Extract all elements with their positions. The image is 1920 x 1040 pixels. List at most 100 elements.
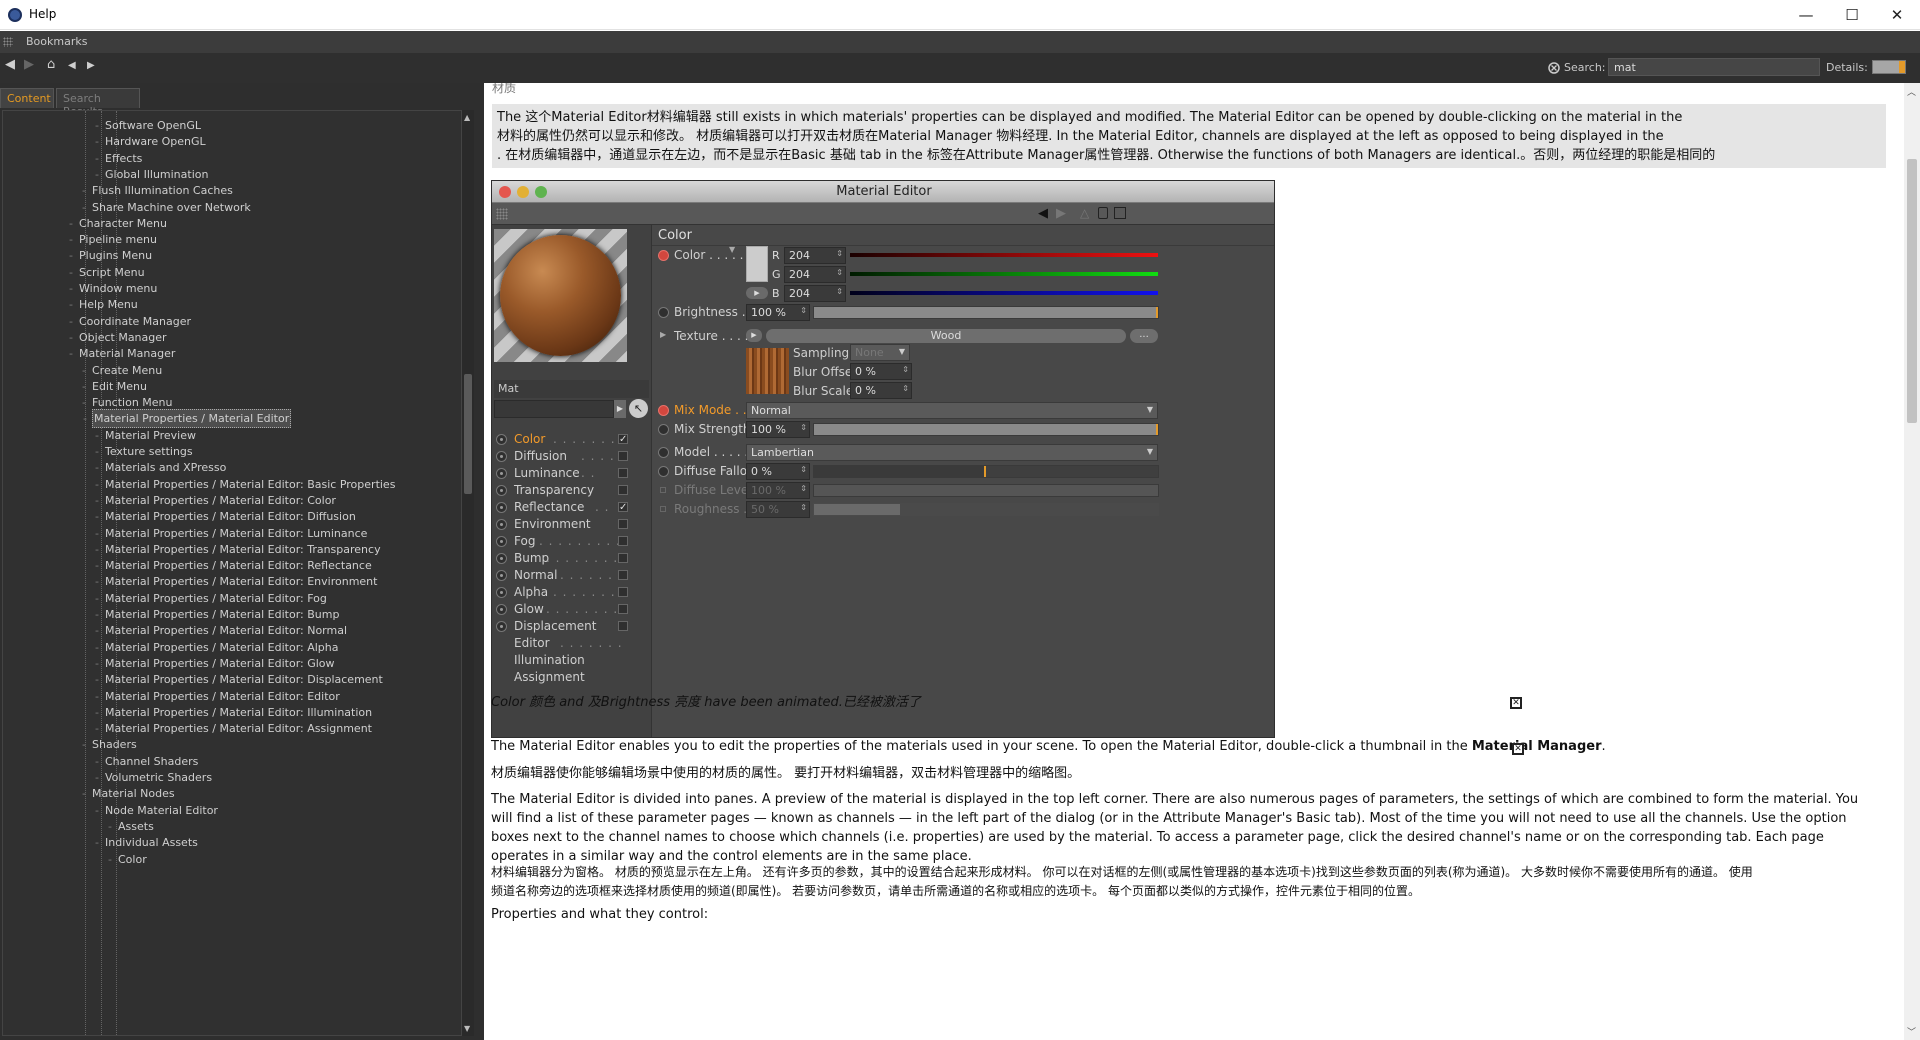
channel-radio-icon <box>496 553 507 564</box>
tree-node-label: Shaders <box>92 738 137 752</box>
channel-checkbox <box>618 553 628 563</box>
channel-radio-icon <box>496 536 507 547</box>
tree-node-label: Material Manager <box>79 347 176 361</box>
disabled-icon <box>660 487 666 493</box>
channel-radio-icon <box>496 519 507 530</box>
tab-content[interactable]: Content <box>0 88 54 108</box>
keyframe-icon <box>658 307 669 318</box>
close-button[interactable]: ✕ <box>1874 0 1920 30</box>
channel-label: Bump <box>514 551 550 565</box>
prev-page-icon[interactable]: ◀ <box>68 60 76 71</box>
scroll-down-icon[interactable]: ﹀ <box>1907 1025 1916 1038</box>
material-sphere <box>500 235 621 356</box>
next-page-icon[interactable]: ▶ <box>87 60 95 71</box>
channel-checkbox <box>618 468 628 478</box>
chevron-down-icon: ▼ <box>729 245 736 254</box>
channel-dots: . . . . . . . <box>553 432 616 446</box>
channel-item: Reflectance . . ✓ <box>494 499 644 516</box>
intro-end: . <box>1601 739 1606 754</box>
tree-node-label: Node Material Editor <box>105 803 218 817</box>
app-icon <box>8 8 22 22</box>
tree-node-label: Script Menu <box>79 265 145 279</box>
channel-label: Fog <box>514 534 536 548</box>
tree-node-label: Help Menu <box>79 298 138 312</box>
channel-dots: . . <box>595 500 610 514</box>
texture-thumbnail <box>746 348 789 394</box>
channel-item: Illumination <box>494 652 644 669</box>
details-slider[interactable] <box>1872 60 1906 74</box>
scroll-up-icon[interactable]: ︿ <box>1907 85 1916 98</box>
home-icon[interactable]: ⌂ <box>47 57 55 72</box>
pointer-icon: ↖ <box>629 399 648 418</box>
tree-node-label: Individual Assets <box>105 836 198 850</box>
channel-item: Editor . . . . . . . <box>494 635 644 652</box>
scroll-up-icon[interactable]: ▲ <box>464 113 470 122</box>
close-box-icon[interactable]: ✕ <box>1510 697 1522 709</box>
model-dropdown: Lambertian <box>746 444 1158 461</box>
minimize-button[interactable]: — <box>1783 0 1829 30</box>
search-input[interactable] <box>1608 58 1820 76</box>
cutoff-text: 材质 <box>492 83 517 95</box>
paragraph-panes-cn: 材料编辑器分为窗格。 材质的预览显示在左上角。 还有许多页的参数，其中的设置结合… <box>491 863 1753 901</box>
channel-radio-icon <box>496 485 507 496</box>
material-editor-figure: Material Editor ◀ ▶ △ Mat ▶ ↖ Color . . .… <box>491 180 1275 738</box>
material-name: Mat <box>494 380 649 398</box>
channel-checkbox: ✓ <box>618 434 628 445</box>
tree-connector: - <box>95 836 99 850</box>
intro-text: The Material Editor enables you to edit … <box>491 739 1472 754</box>
text-line: 频道名称旁边的选项框来选择材质使用的频道(即属性)。 若要访问参数页，请单击所需… <box>491 884 1420 898</box>
channel-item: Normal. . . . . . <box>494 567 644 584</box>
channel-dots: . . . . . . . . <box>546 551 619 565</box>
channel-checkbox <box>618 536 628 546</box>
text-line: will find a list of these parameter page… <box>491 811 1847 826</box>
texture-menu-icon: ▶ <box>746 329 762 342</box>
channel-label: Environment <box>514 517 591 531</box>
channel-item: Glow. . . . . . . . <box>494 601 644 618</box>
tree-connector: - <box>83 412 87 426</box>
sidebar-scrollbar[interactable]: ▲ ▼ <box>462 110 474 1036</box>
channel-item: Transparency <box>494 482 644 499</box>
tree-node-label: Material Properties / Material Editor: A… <box>105 722 372 736</box>
channel-radio-icon <box>496 451 507 462</box>
tree-node[interactable]: - Color <box>108 850 147 869</box>
back-arrow-icon[interactable]: ◀ <box>5 57 15 72</box>
tree-node-label: Material Properties / Material Editor: T… <box>105 542 381 556</box>
texture-name: Wood <box>766 329 1126 343</box>
channel-dots: . . . . . . . . . <box>539 534 621 548</box>
forward-arrow-icon[interactable]: ▶ <box>24 57 34 72</box>
channel-item: Diffusion . . . . <box>494 448 644 465</box>
r-label: R <box>772 249 780 262</box>
channel-label: Color <box>514 432 546 446</box>
help-sidebar: Content Search Results -Software OpenGL-… <box>0 83 484 1040</box>
scrollbar-thumb[interactable] <box>1907 159 1917 423</box>
material-manager-link[interactable]: Material Manager <box>1472 739 1602 754</box>
scroll-down-icon[interactable]: ▼ <box>464 1024 470 1033</box>
section-title: Color <box>658 228 692 243</box>
tree-node-label: Material Properties / Material Editor: B… <box>105 477 396 491</box>
tree-node-label: Function Menu <box>92 396 173 410</box>
clear-search-icon[interactable] <box>1548 62 1560 74</box>
close-box-icon[interactable]: ✕ <box>1512 743 1524 755</box>
channel-item: Alpha . . . . . . . <box>494 584 644 601</box>
tree-node-label: Material Properties / Material Editor: I… <box>105 705 373 719</box>
disabled-icon <box>660 506 666 512</box>
maximize-button[interactable]: ☐ <box>1829 0 1875 30</box>
tree-node[interactable]: - Material Properties / Material Editor: … <box>95 719 372 738</box>
r-gradient <box>850 253 1158 257</box>
grip-icon[interactable] <box>3 37 13 47</box>
channel-label: Diffusion <box>514 449 567 463</box>
mixstrength-value: 100 % <box>746 421 810 438</box>
bookmarks-label[interactable]: Bookmarks <box>26 35 87 48</box>
paragraph-intro-cn: 材质编辑器使你能够编辑场景中使用的材质的属性。 要打开材料编辑器，双击材料管理器… <box>491 766 1081 781</box>
tree-node-label: Material Properties / Material Editor: F… <box>105 591 327 605</box>
tree-node-label: Global Illumination <box>105 167 209 181</box>
content-scrollbar[interactable]: ︿ ﹀ <box>1904 83 1920 1040</box>
tree-node-label: Volumetric Shaders <box>105 771 213 784</box>
tree-node-label: Object Manager <box>79 330 167 344</box>
channel-label: Assignment <box>514 670 585 684</box>
tab-search-results[interactable]: Search Results <box>56 88 140 118</box>
scrollbar-thumb[interactable] <box>464 374 472 494</box>
channel-label: Transparency <box>514 483 595 497</box>
channel-radio-icon <box>496 502 507 513</box>
channel-label: Luminance <box>514 466 580 480</box>
